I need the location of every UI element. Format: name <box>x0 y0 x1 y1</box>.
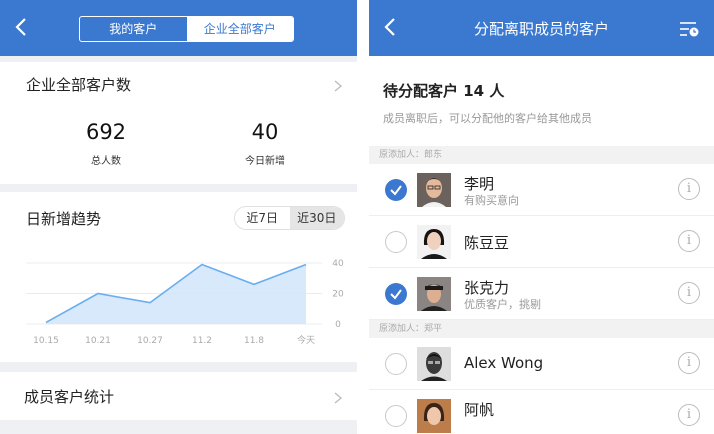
info-icon[interactable]: i <box>678 352 700 374</box>
check-icon <box>390 289 402 300</box>
customer-name: Alex Wong <box>464 354 544 372</box>
customer-name: 陈豆豆 <box>464 234 510 252</box>
pending-count: 待分配客户 14 人 <box>383 82 505 100</box>
top-bar: 我的客户 企业全部客户 <box>0 0 357 56</box>
range-switch: 近7日 近30日 <box>234 206 345 230</box>
range-7-days[interactable]: 近7日 <box>235 207 290 229</box>
avatar <box>417 399 451 433</box>
avatar <box>417 225 451 259</box>
customer-name: 李明 <box>464 175 495 193</box>
new-today-value: 40 <box>251 120 279 144</box>
checkbox-unchecked[interactable] <box>385 405 407 427</box>
checkbox-unchecked[interactable] <box>385 353 407 375</box>
avatar <box>417 347 451 381</box>
x-tick-label: 11.8 <box>244 336 264 346</box>
customer-tab-switch: 我的客户 企业全部客户 <box>79 16 294 42</box>
customer-tag: 有购买意向 <box>464 194 519 207</box>
total-customers-title: 企业全部客户数 <box>26 76 132 94</box>
tab-my-customers[interactable]: 我的客户 <box>80 17 187 41</box>
customer-name: 张克力 <box>464 279 510 297</box>
info-icon[interactable]: i <box>678 230 700 252</box>
list-item[interactable]: 李明 有购买意向 i <box>369 164 714 216</box>
customer-overview-screen: 我的客户 企业全部客户 企业全部客户数 692 总人数 40 今日新增 日新增趋… <box>0 0 357 434</box>
total-customers-card[interactable]: 企业全部客户数 692 总人数 40 今日新增 <box>0 62 357 184</box>
list-clock-icon[interactable] <box>678 20 700 38</box>
top-bar: 分配离职成员的客户 <box>369 0 714 56</box>
x-tick-label: 10.15 <box>33 336 59 346</box>
tab-all-customers[interactable]: 企业全部客户 <box>186 17 293 41</box>
info-icon[interactable]: i <box>678 404 700 426</box>
assign-customers-screen: 分配离职成员的客户 待分配客户 14 人 成员离职后，可以分配他的客户给其他成员… <box>369 0 714 434</box>
x-tick-label: 11.2 <box>192 336 212 346</box>
check-icon <box>390 185 402 196</box>
avatar <box>417 277 451 311</box>
range-30-days[interactable]: 近30日 <box>289 207 344 229</box>
y-tick-label: 40 <box>332 259 344 269</box>
x-tick-label: 10.27 <box>137 336 163 346</box>
checkbox-checked[interactable] <box>385 179 407 201</box>
y-tick-label: 0 <box>335 320 341 330</box>
customer-name: 阿帆 <box>464 401 495 419</box>
checkbox-checked[interactable] <box>385 283 407 305</box>
page-title: 分配离职成员的客户 <box>473 20 609 38</box>
new-today-label: 今日新增 <box>245 156 285 167</box>
x-tick-label: 今天 <box>297 334 315 346</box>
info-icon[interactable]: i <box>678 178 700 200</box>
chevron-right-icon <box>334 392 343 404</box>
total-count-value: 692 <box>85 120 127 144</box>
info-icon[interactable]: i <box>678 282 700 304</box>
avatar <box>417 173 451 207</box>
list-item[interactable]: Alex Wong i <box>369 338 714 390</box>
hint-text: 成员离职后，可以分配他的客户给其他成员 <box>383 112 592 125</box>
trend-title: 日新增趋势 <box>26 210 102 228</box>
list-item[interactable]: 阿帆 i <box>369 390 714 434</box>
series-area <box>46 264 306 324</box>
total-count-label: 总人数 <box>91 156 121 167</box>
list-item[interactable]: 陈豆豆 i <box>369 216 714 268</box>
chevron-right-icon <box>334 80 343 92</box>
member-stats-title: 成员客户统计 <box>24 388 115 406</box>
y-tick-label: 20 <box>332 290 344 300</box>
customer-tag: 优质客户，挑剔 <box>464 298 541 311</box>
back-icon[interactable] <box>10 15 34 39</box>
member-stats-row[interactable]: 成员客户统计 <box>0 372 357 420</box>
checkbox-unchecked[interactable] <box>385 231 407 253</box>
trend-chart: 0 20 40 10.15 10.21 10.27 11.2 11.8 今天 <box>26 259 344 346</box>
list-item[interactable]: 张克力 优质客户，挑剔 i <box>369 268 714 320</box>
group-header: 原添加人：郑平 <box>369 320 714 338</box>
group-header: 原添加人：郎东 <box>369 146 714 164</box>
x-tick-label: 10.21 <box>85 336 111 346</box>
